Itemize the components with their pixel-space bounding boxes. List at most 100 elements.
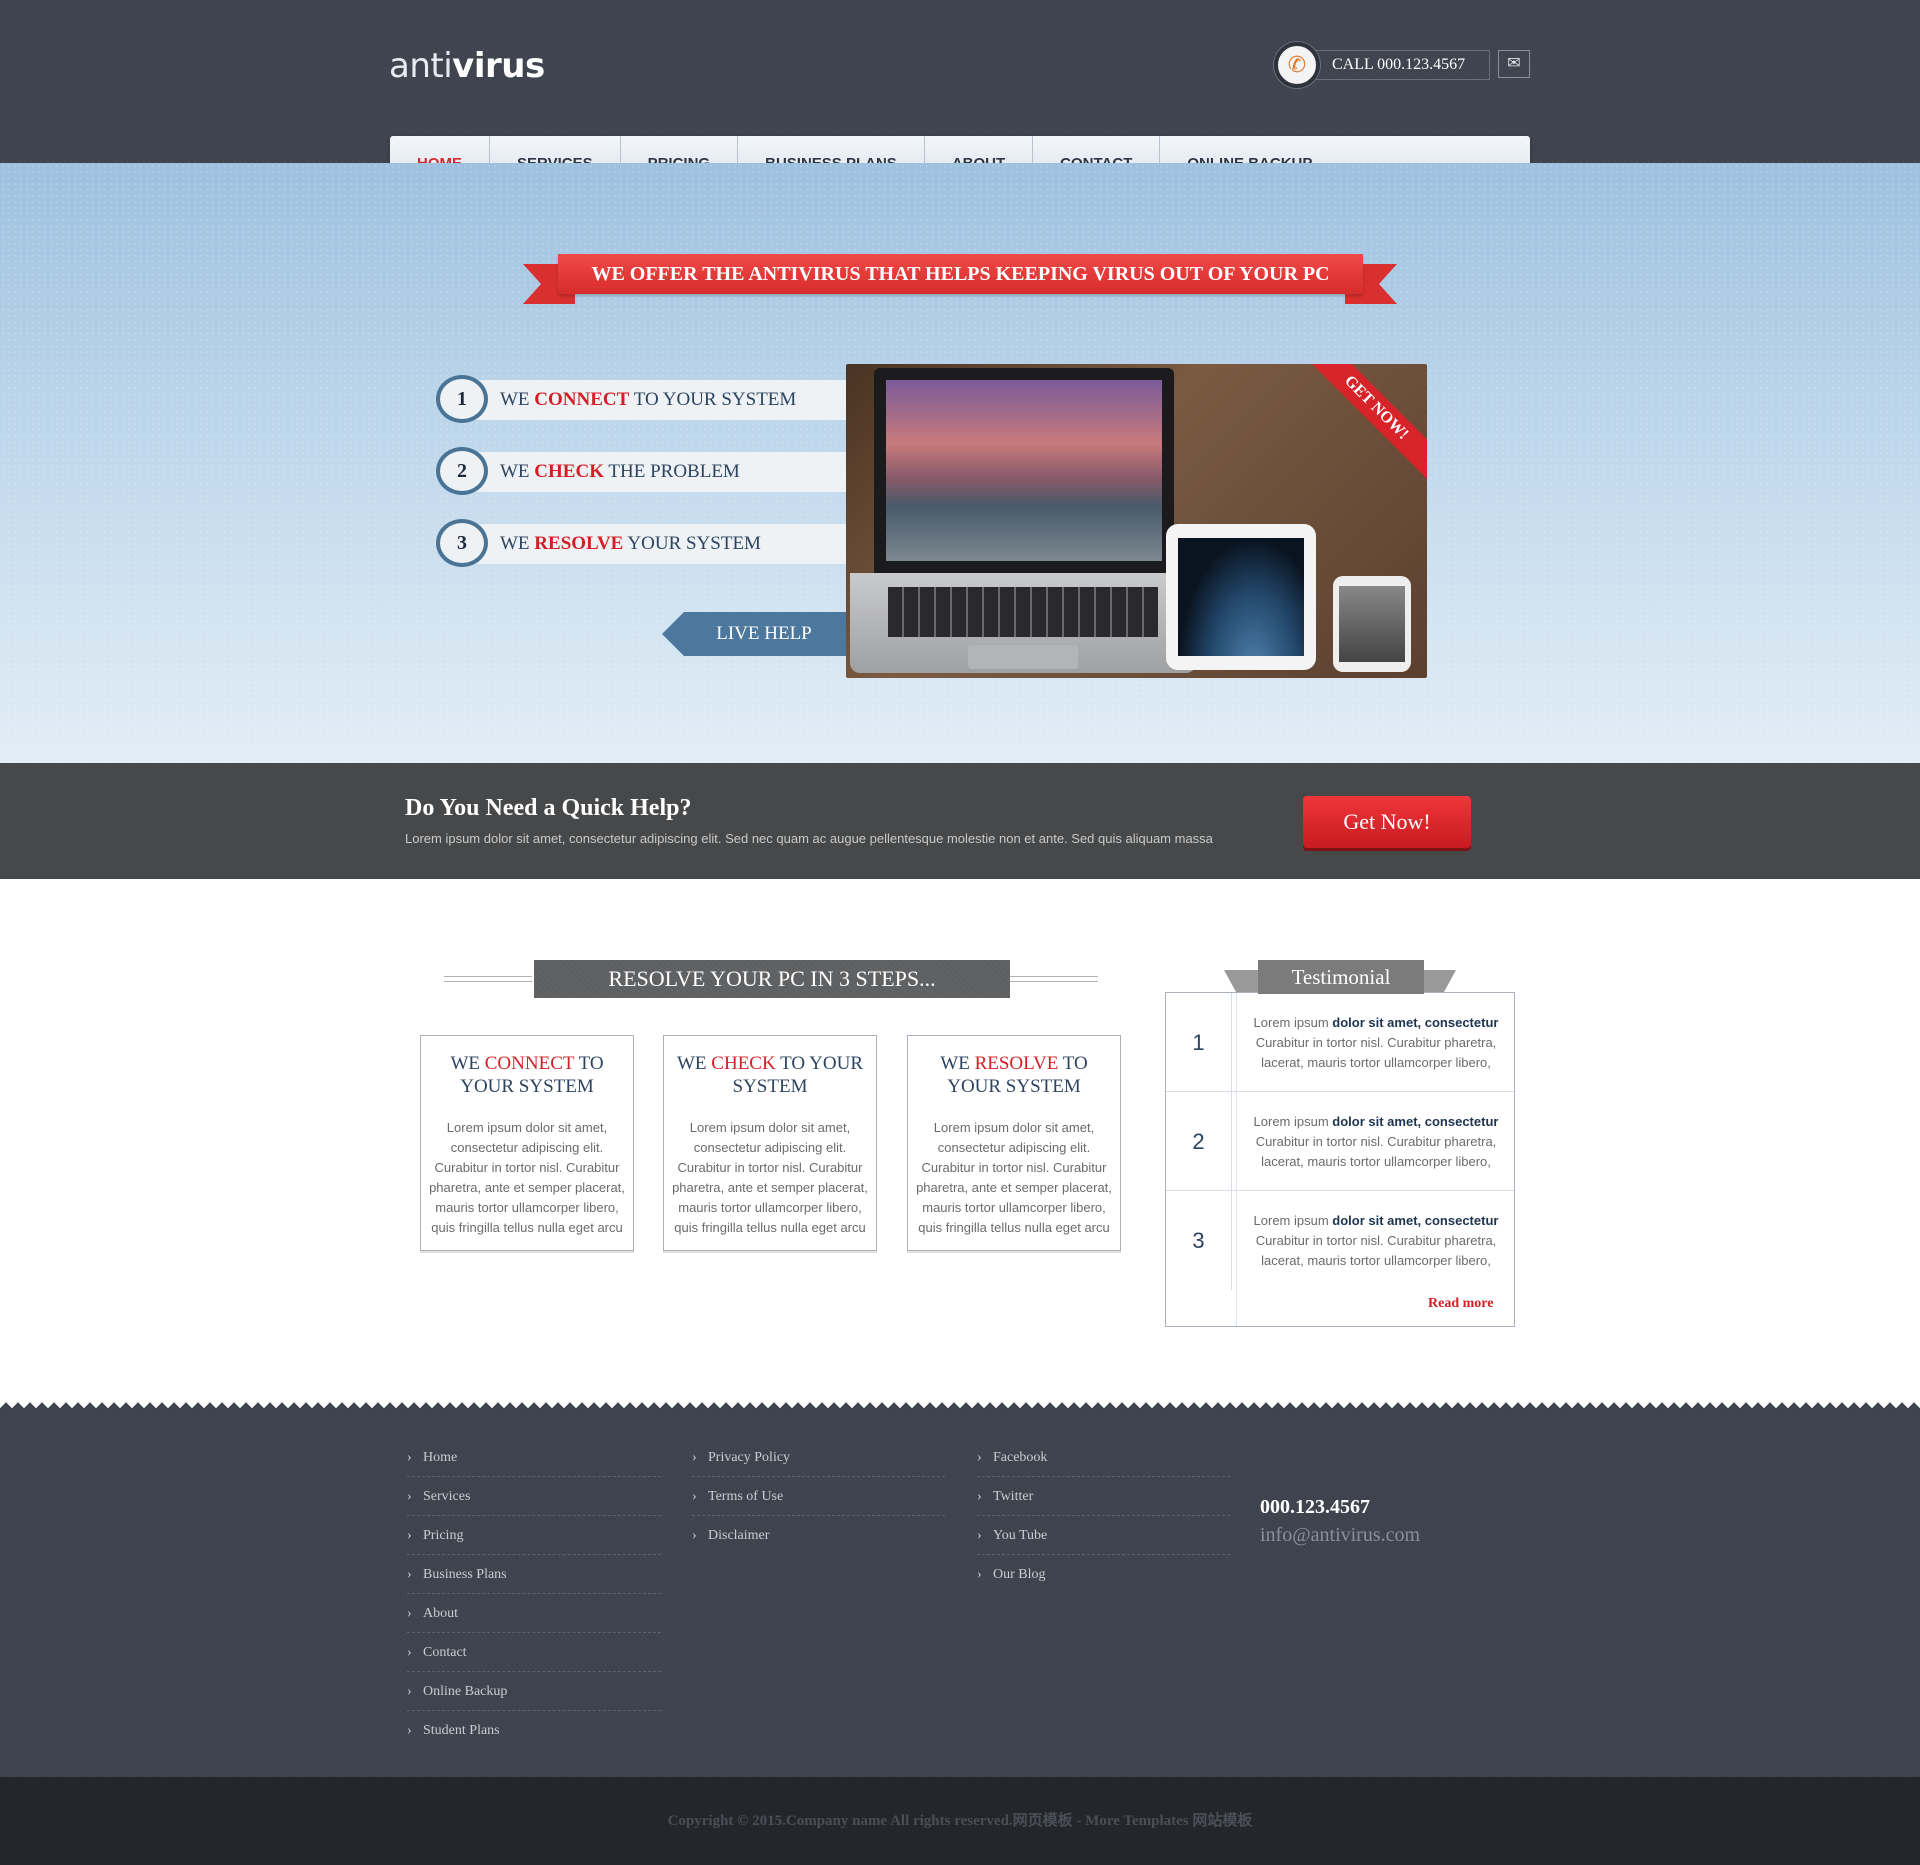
footer-link-terms[interactable]: Terms of Use bbox=[692, 1477, 945, 1516]
step-card-title: WE CHECK TO YOUR SYSTEM bbox=[670, 1052, 870, 1098]
footer-link-business-plans[interactable]: Business Plans bbox=[407, 1555, 661, 1594]
footer-link-disclaimer[interactable]: Disclaimer bbox=[692, 1516, 945, 1555]
call-number: CALL 000.123.4567 bbox=[1310, 50, 1490, 80]
testimonial-text: Lorem ipsum dolor sit amet, consectetur … bbox=[1246, 1112, 1506, 1172]
step-post: TO YOUR SYSTEM bbox=[633, 389, 797, 410]
read-more-link[interactable]: Read more bbox=[1428, 1296, 1493, 1312]
footer-link-services[interactable]: Services bbox=[407, 1477, 661, 1516]
step-text: WE CHECK THE PROBLEM bbox=[500, 452, 740, 492]
step-card-title: WE CONNECT TO YOUR SYSTEM bbox=[427, 1052, 627, 1098]
testimonial-bold: dolor sit amet, consectetur bbox=[1332, 1015, 1499, 1030]
phone-icon: ✆ bbox=[1274, 42, 1320, 88]
hero-step-3: 3 WE RESOLVE YOUR SYSTEM bbox=[436, 519, 846, 567]
laptop-wallpaper bbox=[886, 380, 1162, 561]
footer-link-facebook[interactable]: Facebook bbox=[977, 1438, 1230, 1477]
card-title-keyword: RESOLVE bbox=[974, 1053, 1059, 1074]
step-card-text: Lorem ipsum dolor sit amet, consectetur … bbox=[672, 1120, 868, 1235]
testimonial-lead: Lorem ipsum bbox=[1253, 1213, 1329, 1228]
testimonial-flap-left bbox=[1224, 970, 1258, 992]
get-now-corner-badge[interactable]: GET NOW! bbox=[1305, 364, 1427, 479]
live-help-button[interactable]: LIVE HELP bbox=[662, 612, 846, 656]
footer-link-home[interactable]: Home bbox=[407, 1438, 661, 1477]
testimonial-rest: Curabitur in tortor nisl. Curabitur phar… bbox=[1255, 1134, 1497, 1169]
smartphone-screen bbox=[1339, 586, 1405, 662]
footer-links-social: Facebook Twitter You Tube Our Blog bbox=[977, 1438, 1230, 1594]
step-keyword: CHECK bbox=[534, 461, 604, 482]
card-title-keyword: CONNECT bbox=[484, 1053, 575, 1074]
card-title-pre: WE bbox=[677, 1053, 707, 1074]
devices-image: GET NOW! bbox=[846, 364, 1427, 678]
footer-email[interactable]: info@antivirus.com bbox=[1260, 1524, 1420, 1547]
step-card-connect: WE CONNECT TO YOUR SYSTEM Lorem ipsum do… bbox=[420, 1035, 634, 1251]
tablet bbox=[1166, 524, 1316, 670]
step-keyword: CONNECT bbox=[534, 389, 630, 410]
card-title-keyword: CHECK bbox=[711, 1053, 776, 1074]
laptop-trackpad bbox=[968, 645, 1078, 669]
footer-link-online-backup[interactable]: Online Backup bbox=[407, 1672, 661, 1711]
footer-link-privacy[interactable]: Privacy Policy bbox=[692, 1438, 945, 1477]
footer-link-contact[interactable]: Contact bbox=[407, 1633, 661, 1672]
footer-link-youtube[interactable]: You Tube bbox=[977, 1516, 1230, 1555]
mail-icon[interactable]: ✉ bbox=[1498, 50, 1530, 78]
testimonial-item: 3 Lorem ipsum dolor sit amet, consectetu… bbox=[1166, 1191, 1514, 1290]
testimonial-item: 1 Lorem ipsum dolor sit amet, consectetu… bbox=[1166, 993, 1514, 1092]
testimonial-number: 2 bbox=[1166, 1092, 1232, 1191]
footer-link-pricing[interactable]: Pricing bbox=[407, 1516, 661, 1555]
logo-bold-text: virus bbox=[452, 46, 545, 86]
testimonial-flap-right bbox=[1422, 970, 1456, 992]
tablet-screen bbox=[1178, 538, 1304, 656]
logo-light-text: anti bbox=[389, 46, 453, 86]
footer-link-blog[interactable]: Our Blog bbox=[977, 1555, 1230, 1594]
step-post: THE PROBLEM bbox=[608, 461, 740, 482]
testimonial-text: Lorem ipsum dolor sit amet, consectetur … bbox=[1246, 1211, 1506, 1271]
footer-link-twitter[interactable]: Twitter bbox=[977, 1477, 1230, 1516]
footer-link-about[interactable]: About bbox=[407, 1594, 661, 1633]
step-pre: WE bbox=[500, 461, 530, 482]
hero-step-2: 2 WE CHECK THE PROBLEM bbox=[436, 447, 846, 495]
testimonial-rest: Curabitur in tortor nisl. Curabitur phar… bbox=[1255, 1035, 1497, 1070]
testimonial-item: 2 Lorem ipsum dolor sit amet, consectetu… bbox=[1166, 1092, 1514, 1191]
step-card-text: Lorem ipsum dolor sit amet, consectetur … bbox=[916, 1120, 1112, 1235]
step-card-resolve: WE RESOLVE TO YOUR SYSTEM Lorem ipsum do… bbox=[907, 1035, 1121, 1251]
quick-help-bar: Do You Need a Quick Help? Lorem ipsum do… bbox=[0, 763, 1920, 879]
title-rule-right bbox=[1010, 976, 1098, 982]
step-text: WE RESOLVE YOUR SYSTEM bbox=[500, 524, 761, 564]
step-number: 3 bbox=[436, 519, 488, 567]
step-post: YOUR SYSTEM bbox=[627, 533, 761, 554]
testimonial-box: 1 Lorem ipsum dolor sit amet, consectetu… bbox=[1165, 992, 1515, 1327]
hero-ribbon: WE OFFER THE ANTIVIRUS THAT HELPS KEEPIN… bbox=[558, 254, 1363, 294]
step-pre: WE bbox=[500, 389, 530, 410]
step-number: 1 bbox=[436, 375, 488, 423]
card-title-pre: WE bbox=[450, 1053, 480, 1074]
smartphone bbox=[1333, 576, 1411, 672]
hero-step-1: 1 WE CONNECT TO YOUR SYSTEM bbox=[436, 375, 846, 423]
testimonial-lead: Lorem ipsum bbox=[1253, 1015, 1329, 1030]
testimonial-lead: Lorem ipsum bbox=[1253, 1114, 1329, 1129]
laptop-keyboard bbox=[888, 587, 1158, 637]
laptop-screen bbox=[874, 368, 1174, 573]
laptop-base bbox=[850, 573, 1196, 673]
get-now-button[interactable]: Get Now! bbox=[1303, 796, 1471, 848]
footer-zigzag-edge bbox=[0, 1400, 1920, 1412]
testimonial-rest: Curabitur in tortor nisl. Curabitur phar… bbox=[1255, 1233, 1497, 1268]
step-pre: WE bbox=[500, 533, 530, 554]
testimonial-number: 3 bbox=[1166, 1191, 1232, 1290]
testimonial-bold: dolor sit amet, consectetur bbox=[1332, 1114, 1499, 1129]
step-card-check: WE CHECK TO YOUR SYSTEM Lorem ipsum dolo… bbox=[663, 1035, 877, 1251]
testimonial-bold: dolor sit amet, consectetur bbox=[1332, 1213, 1499, 1228]
steps-section-title: RESOLVE YOUR PC IN 3 STEPS... bbox=[534, 960, 1010, 998]
logo[interactable]: antivirus bbox=[389, 46, 545, 86]
site-footer bbox=[0, 1410, 1920, 1777]
footer-link-student-plans[interactable]: Student Plans bbox=[407, 1711, 661, 1750]
testimonial-title: Testimonial bbox=[1258, 960, 1424, 994]
quick-help-title: Do You Need a Quick Help? bbox=[405, 795, 692, 821]
copyright: Copyright © 2015.Company name All rights… bbox=[0, 1777, 1920, 1865]
quick-help-text: Lorem ipsum dolor sit amet, consectetur … bbox=[405, 831, 1213, 846]
card-title-pre: WE bbox=[940, 1053, 970, 1074]
title-rule-left bbox=[444, 976, 532, 982]
footer-links-main: Home Services Pricing Business Plans Abo… bbox=[407, 1438, 661, 1750]
step-keyword: RESOLVE bbox=[534, 533, 624, 554]
step-card-text: Lorem ipsum dolor sit amet, consectetur … bbox=[429, 1120, 625, 1235]
step-number: 2 bbox=[436, 447, 488, 495]
call-widget[interactable]: CALL 000.123.4567 ✆ bbox=[1274, 42, 1492, 88]
